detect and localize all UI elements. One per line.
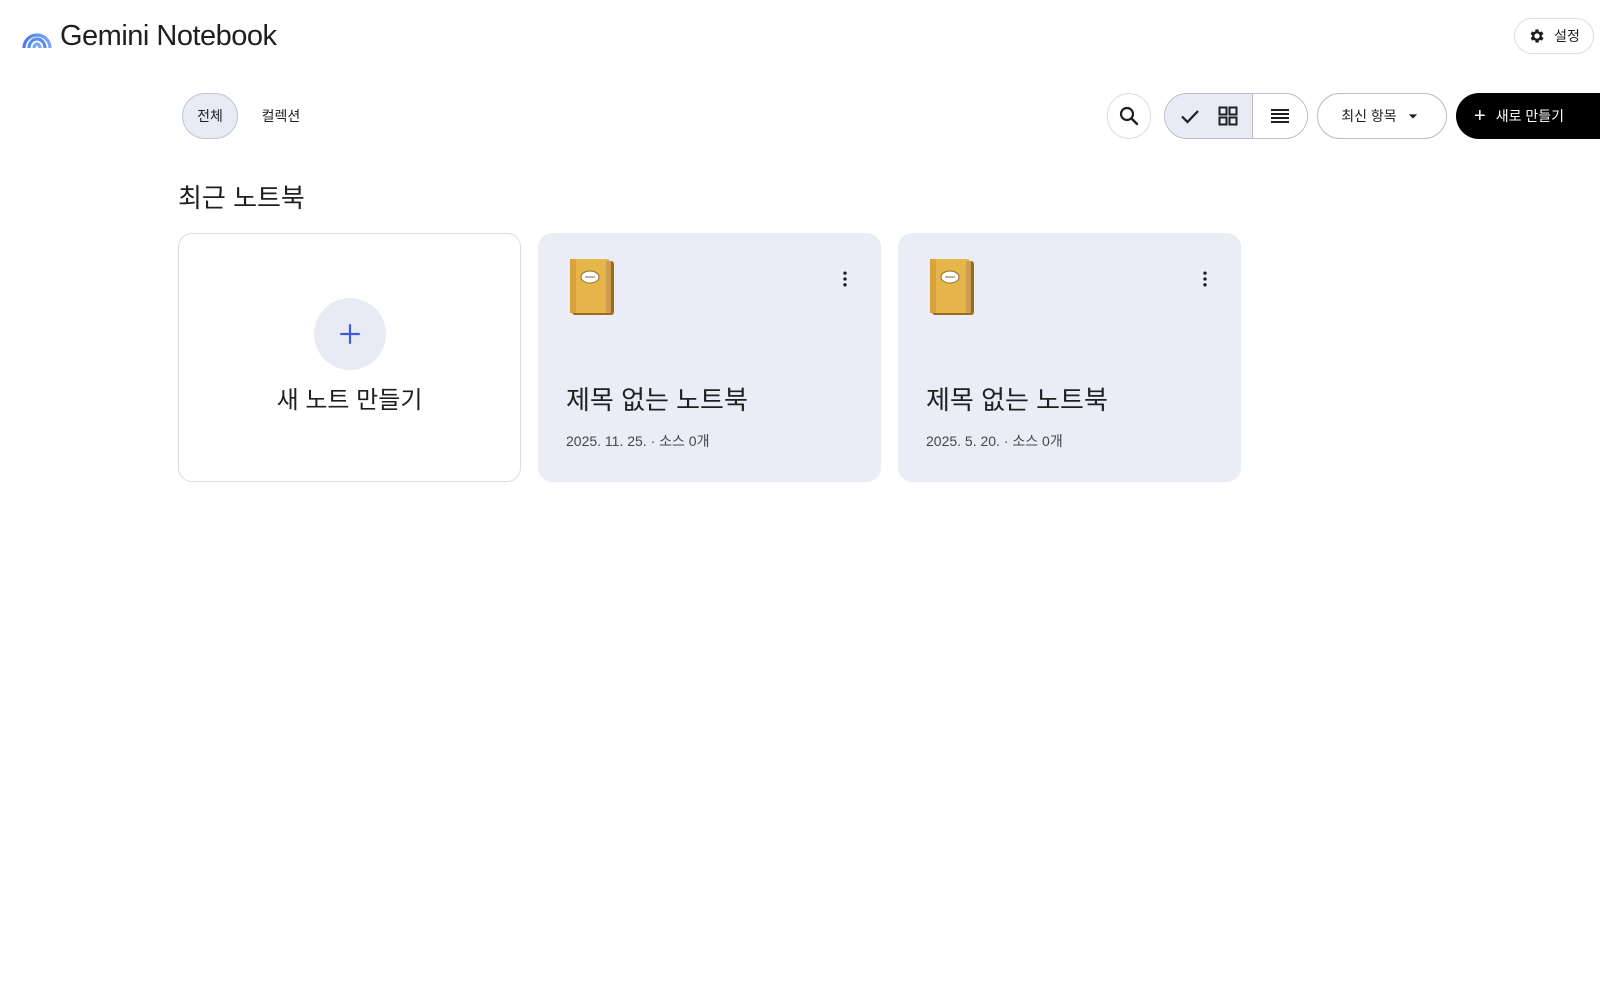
create-new-button[interactable]: + 새로 만들기: [1456, 93, 1600, 139]
plus-icon: +: [1474, 105, 1486, 127]
more-options-button[interactable]: [1191, 265, 1219, 293]
settings-button[interactable]: 설정: [1514, 18, 1594, 54]
filter-chip-all[interactable]: 전체: [182, 93, 238, 139]
notebook-emoji-icon: [930, 259, 974, 315]
app-logo[interactable]: Gemini Notebook: [22, 18, 277, 54]
app-header: Gemini Notebook 설정: [0, 0, 1600, 72]
grid-icon: [1218, 106, 1237, 126]
notebook-emoji-icon: [570, 259, 614, 315]
new-notebook-card[interactable]: 새 노트 만들기: [178, 233, 521, 482]
notebook-meta: 2025. 5. 20. · 소스 0개: [926, 433, 1063, 449]
caret-down-icon: [1408, 114, 1417, 119]
notebook-card[interactable]: 제목 없는 노트북 2025. 11. 25. · 소스 0개: [538, 233, 881, 482]
new-notebook-label: 새 노트 만들기: [276, 387, 423, 414]
filter-chip-collections[interactable]: 컬렉션: [252, 93, 310, 139]
notebook-title: 제목 없는 노트북: [566, 385, 748, 415]
sort-label: 최신 항목: [1341, 108, 1397, 124]
view-mode-toggle: [1164, 93, 1308, 139]
app-title: Gemini Notebook: [60, 19, 277, 52]
notebook-card[interactable]: 제목 없는 노트북 2025. 5. 20. · 소스 0개: [898, 233, 1241, 482]
sort-dropdown[interactable]: 최신 항목: [1317, 93, 1447, 139]
create-label: 새로 만들기: [1495, 108, 1564, 124]
add-circle: [314, 298, 386, 370]
gear-icon: [1530, 29, 1544, 43]
list-view-button[interactable]: [1253, 94, 1307, 138]
more-vert-icon: [1203, 271, 1207, 287]
notebook-meta: 2025. 11. 25. · 소스 0개: [566, 433, 710, 449]
list-icon: [1271, 109, 1289, 123]
check-icon: [1180, 110, 1199, 124]
settings-label: 설정: [1554, 28, 1580, 44]
search-icon: [1119, 106, 1139, 126]
plus-icon: [340, 324, 360, 344]
more-vert-icon: [843, 271, 847, 287]
section-title: 최근 노트북: [178, 183, 305, 213]
search-button[interactable]: [1107, 93, 1151, 139]
more-options-button[interactable]: [831, 265, 859, 293]
gemini-arc-icon: [22, 33, 52, 48]
notebook-title: 제목 없는 노트북: [926, 385, 1108, 415]
grid-view-button[interactable]: [1165, 94, 1253, 138]
